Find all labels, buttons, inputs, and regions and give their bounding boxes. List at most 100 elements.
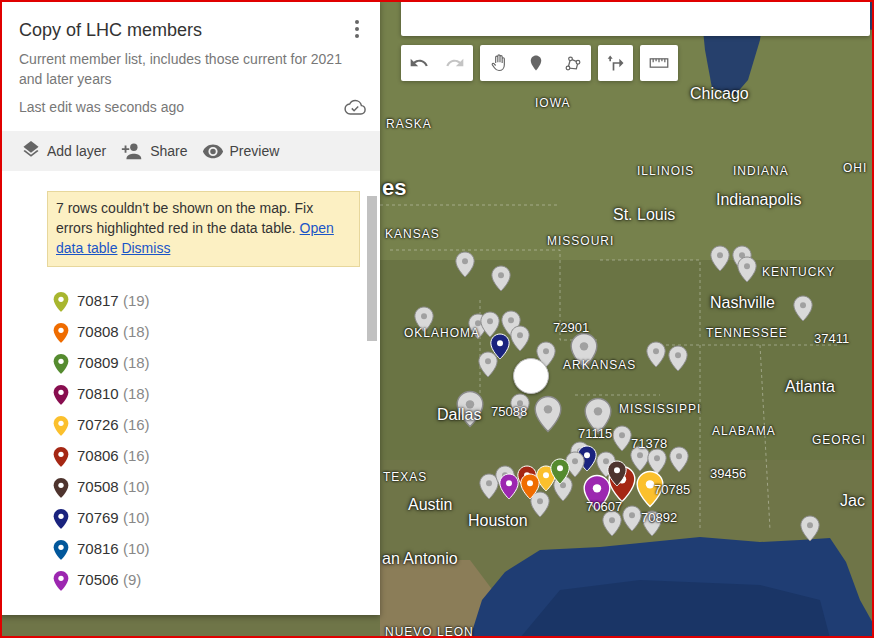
search-bar[interactable]: [401, 0, 870, 36]
map-pin[interactable]: [668, 345, 688, 372]
layer-list: 7 rows couldn't be shown on the map. Fix…: [0, 171, 380, 615]
side-panel: Copy of LHC members Current member list,…: [0, 0, 380, 615]
map-pin[interactable]: [800, 515, 820, 542]
legend-item[interactable]: 70726 (16): [53, 410, 380, 441]
map-label: 75088: [491, 404, 527, 419]
legend-label: 70808: [77, 323, 119, 340]
legend-item[interactable]: 70506 (9): [53, 565, 380, 596]
map-label: 72901: [553, 320, 589, 335]
redo-icon: [445, 53, 465, 73]
action-bar: Add layer Share Preview: [0, 131, 380, 171]
route-group: [598, 45, 633, 81]
legend-item[interactable]: 70810 (18): [53, 379, 380, 410]
map-label: ARKANSAS: [563, 358, 636, 372]
legend-count: (9): [123, 571, 141, 588]
legend-label: 70726: [77, 416, 119, 433]
warning-text: 7 rows couldn't be shown on the map. Fix…: [56, 200, 313, 236]
pin-icon: [53, 384, 69, 406]
legend-label: 70506: [77, 571, 119, 588]
map-pin[interactable]: [550, 458, 570, 485]
history-group: [401, 45, 473, 81]
map-label: Chicago: [690, 85, 749, 103]
action-button[interactable]: Add layer: [21, 137, 106, 166]
map-pin[interactable]: [793, 295, 813, 322]
map-pin[interactable]: [602, 510, 622, 537]
legend-item[interactable]: 70508 (10): [53, 472, 380, 503]
route-button[interactable]: [598, 45, 633, 81]
marker-icon: [527, 53, 545, 73]
legend-item[interactable]: 70817 (19): [53, 286, 380, 317]
hand-icon: [489, 53, 509, 73]
map-pin[interactable]: [520, 473, 540, 500]
legend-count: (10): [123, 478, 150, 495]
map-label: Dallas: [437, 406, 481, 424]
map-pin[interactable]: [455, 251, 475, 278]
more-vertical-icon: [354, 19, 360, 39]
line-button[interactable]: [554, 45, 591, 81]
legend-item[interactable]: 70808 (18): [53, 317, 380, 348]
legend-item[interactable]: 70809 (18): [53, 348, 380, 379]
legend-item[interactable]: 70816 (10): [53, 534, 380, 565]
map-label: ILLINOIS: [637, 164, 694, 178]
legend-count: (18): [123, 385, 150, 402]
map-pin[interactable]: [499, 473, 519, 500]
measure-group: [640, 45, 678, 81]
undo-button[interactable]: [401, 45, 437, 81]
legend-label: 70809: [77, 354, 119, 371]
map-label: St. Louis: [613, 206, 675, 224]
map-label: 70607: [586, 499, 622, 514]
map-pin[interactable]: [607, 460, 627, 487]
map-pin[interactable]: [622, 505, 642, 532]
legend-count: (18): [123, 354, 150, 371]
draw-group: [480, 45, 591, 81]
map-label: Austin: [408, 496, 452, 514]
map-label: 70785: [654, 482, 690, 497]
action-button[interactable]: Preview: [202, 137, 280, 166]
map-pin[interactable]: [534, 395, 562, 433]
map-marker[interactable]: [513, 358, 549, 394]
map-pin[interactable]: [491, 265, 511, 292]
legend-item[interactable]: 70806 (16): [53, 441, 380, 472]
action-label[interactable]: Share: [150, 141, 187, 162]
map-label: INDIANA: [733, 164, 789, 178]
map-toolbar: [401, 45, 678, 81]
legend-count: (18): [123, 323, 150, 340]
map-label: GEORGI: [812, 433, 866, 447]
map-pin[interactable]: [710, 245, 730, 272]
map-pin[interactable]: [510, 325, 530, 352]
map-menu[interactable]: [347, 17, 367, 41]
legend-label: 70508: [77, 478, 119, 495]
map-pin[interactable]: [669, 446, 689, 473]
map-label: OKLAHOMA: [404, 326, 480, 340]
hand-button[interactable]: [480, 45, 517, 81]
action-button[interactable]: Share: [120, 137, 187, 166]
legend-count: (19): [123, 292, 150, 309]
pin-icon: [53, 446, 69, 468]
scrollbar[interactable]: [367, 196, 377, 341]
ruler-icon: [647, 53, 671, 73]
map-pin[interactable]: [478, 351, 498, 378]
action-label[interactable]: Add layer: [47, 141, 106, 162]
legend-count: (10): [123, 540, 150, 557]
add-person-icon: [120, 141, 144, 161]
map-pin[interactable]: [646, 341, 666, 368]
directions-icon: [606, 53, 626, 73]
map-label: an Antonio: [382, 550, 458, 568]
action-label[interactable]: Preview: [230, 141, 280, 162]
pin-icon: [53, 322, 69, 344]
measure-button[interactable]: [640, 45, 678, 81]
redo-button[interactable]: [437, 45, 473, 81]
map-label: IOWA: [535, 96, 571, 110]
map-label: TEXAS: [383, 470, 427, 484]
legend-item[interactable]: 70769 (10): [53, 503, 380, 534]
map-label: Houston: [468, 512, 528, 530]
map-pin[interactable]: [737, 256, 757, 283]
map-title[interactable]: Copy of LHC members: [19, 17, 202, 43]
line-icon: [563, 53, 583, 73]
map-description[interactable]: Current member list, includes those curr…: [19, 49, 349, 89]
warning-link[interactable]: Dismiss: [121, 240, 170, 256]
map-label: KENTUCKY: [762, 265, 835, 279]
map-pin[interactable]: [612, 425, 632, 452]
marker-button[interactable]: [517, 45, 554, 81]
last-edit: Last edit was seconds ago: [19, 97, 184, 117]
